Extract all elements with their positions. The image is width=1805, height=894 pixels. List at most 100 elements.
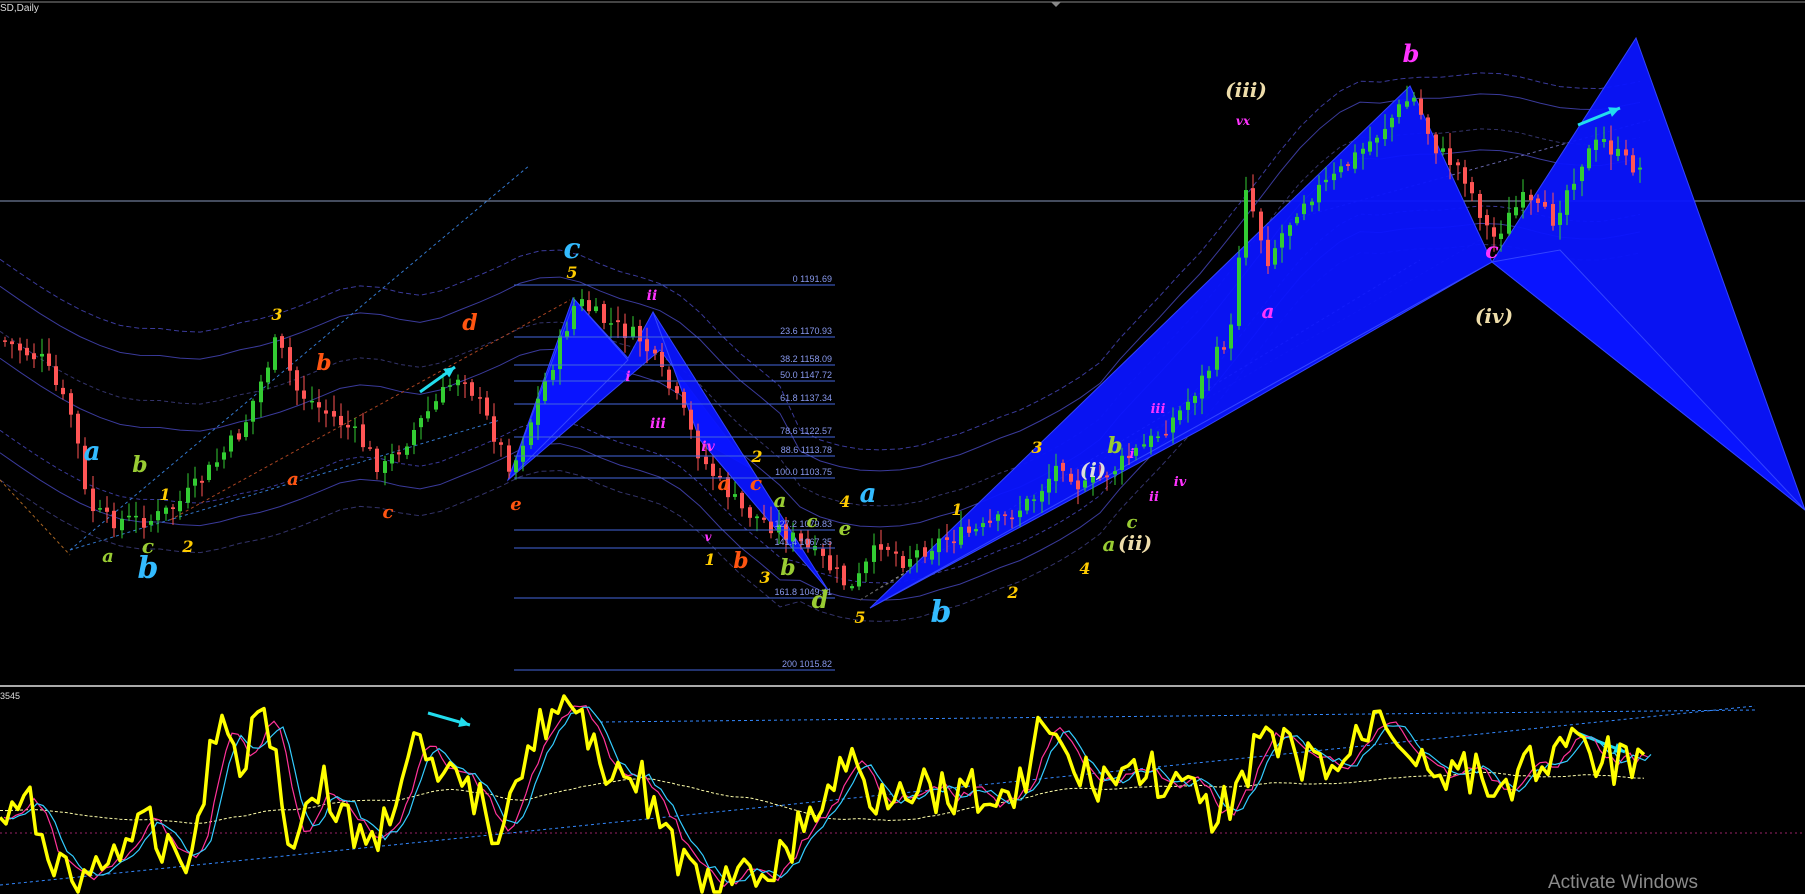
candle-body xyxy=(1441,148,1445,152)
candle-body xyxy=(186,487,190,503)
candle-body xyxy=(1047,478,1051,493)
candle-body xyxy=(543,380,547,401)
candle-body xyxy=(1353,152,1357,169)
candle-body xyxy=(222,452,226,460)
candle-body xyxy=(842,565,846,586)
candle-body xyxy=(156,511,160,521)
candle-body xyxy=(828,555,832,571)
candle-body xyxy=(1164,433,1168,436)
fib-level-label: 127.2 1079.83 xyxy=(774,519,832,529)
candle-body xyxy=(696,430,700,459)
candle-body xyxy=(1040,491,1044,502)
candle-body xyxy=(1332,173,1336,181)
wave-label: 5 xyxy=(854,608,865,627)
activate-windows-watermark: Activate Windows xyxy=(1548,872,1698,893)
candle-body xyxy=(105,507,109,512)
candle-body xyxy=(1594,139,1598,150)
wave-label: (iii) xyxy=(1225,78,1267,102)
candle-body xyxy=(551,369,555,380)
harmonic-triangle-3 xyxy=(869,85,1493,609)
down-arrow-1 xyxy=(427,711,471,728)
candle-body xyxy=(1324,179,1328,183)
wave-label: (i) xyxy=(1080,458,1107,482)
wave-label: iv xyxy=(1174,475,1187,490)
candle-body xyxy=(1061,462,1065,471)
candle-body xyxy=(412,429,416,445)
candle-body xyxy=(1580,166,1584,182)
candle-body xyxy=(1499,233,1503,240)
candle-body xyxy=(448,385,452,387)
candle-body xyxy=(47,353,51,366)
candle-body xyxy=(1470,182,1474,194)
candle-body xyxy=(1426,117,1430,134)
candle-body xyxy=(25,347,29,356)
osc-trend-line-2 xyxy=(599,709,1756,723)
candle-body xyxy=(441,387,445,403)
candle-body xyxy=(857,573,861,587)
candle-body xyxy=(353,426,357,428)
candle-body xyxy=(492,416,496,442)
candle-body xyxy=(1602,139,1606,142)
candle-body xyxy=(762,517,766,520)
wave-label: iv xyxy=(701,439,715,455)
candle-body xyxy=(967,526,971,533)
candle-body xyxy=(1375,137,1379,143)
candle-body xyxy=(864,561,868,574)
wave-label: 3 xyxy=(271,305,282,324)
candle-body xyxy=(901,556,905,568)
candle-body xyxy=(1463,167,1467,184)
candle-body xyxy=(164,507,168,514)
wave-label: c xyxy=(1127,512,1138,533)
wave-label: ii xyxy=(647,288,658,304)
candle-body xyxy=(1193,395,1197,403)
candle-body xyxy=(587,300,591,312)
candle-body xyxy=(499,442,503,445)
candle-body xyxy=(704,456,708,465)
candle-body xyxy=(1478,193,1482,218)
scroll-marker-icon xyxy=(1051,2,1061,7)
candle-body xyxy=(580,299,584,307)
candle-body xyxy=(1229,324,1233,349)
wave-label: vx xyxy=(1236,114,1251,128)
trend-line-2 xyxy=(0,479,71,556)
candle-body xyxy=(952,541,956,544)
wave-label: b xyxy=(780,555,795,581)
candle-body xyxy=(3,340,7,342)
candle-body xyxy=(456,379,460,386)
wave-label: 5 xyxy=(566,263,577,282)
candle-body xyxy=(383,461,387,473)
candle-body xyxy=(609,323,613,325)
candle-body xyxy=(266,367,270,383)
candle-body xyxy=(908,559,912,567)
candle-body xyxy=(748,507,752,518)
wave-label: a xyxy=(1103,532,1116,556)
candle-body xyxy=(98,508,102,510)
candle-body xyxy=(302,390,306,399)
wave-label: a xyxy=(718,471,731,495)
candle-body xyxy=(1339,166,1343,173)
candle-body xyxy=(1142,444,1146,447)
candle-body xyxy=(1069,473,1073,482)
candle-body xyxy=(769,521,773,534)
candle-body xyxy=(1222,347,1226,350)
candle-body xyxy=(872,545,876,562)
wave-label: b xyxy=(132,452,147,478)
oscillator-panel xyxy=(0,694,1805,894)
candle-body xyxy=(821,548,825,556)
price-chart[interactable]: 0 1191.69 23.6 1170.93 38.2 1158.09 50.0 11… xyxy=(0,0,1805,894)
candle-body xyxy=(1156,436,1160,439)
candle-body xyxy=(529,422,533,446)
candle-body xyxy=(1237,257,1241,326)
wave-label: b xyxy=(931,595,952,630)
candle-body xyxy=(981,523,985,528)
candle-body xyxy=(375,448,379,473)
candle-body xyxy=(1251,188,1255,212)
wave-label: i xyxy=(1130,447,1135,462)
candle-body xyxy=(1587,148,1591,169)
wave-label: 3 xyxy=(759,568,770,587)
candle-body xyxy=(616,320,620,323)
wave-label: (iv) xyxy=(1475,304,1513,328)
candle-body xyxy=(996,514,1000,521)
candle-body xyxy=(755,516,759,519)
wave-label: d xyxy=(812,585,829,614)
